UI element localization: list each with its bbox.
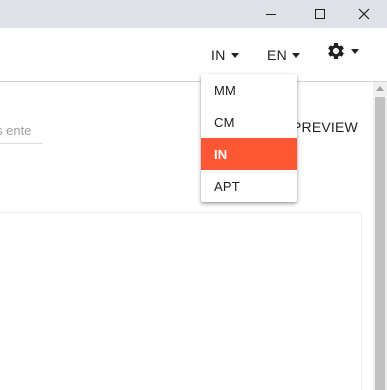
- scroll-up-arrow-icon[interactable]: [376, 86, 384, 91]
- unit-option-mm[interactable]: MM: [201, 74, 297, 106]
- caret-down-icon: [351, 48, 359, 54]
- unit-menu-label: IN: [211, 47, 226, 63]
- maximize-button[interactable]: [297, 0, 343, 28]
- settings-menu-button[interactable]: [326, 41, 359, 61]
- close-icon: [358, 8, 370, 20]
- language-menu-label: EN: [267, 47, 288, 63]
- page-body: s ente PREVIEW: [0, 82, 373, 390]
- minimize-icon: [266, 13, 276, 15]
- gear-icon: [328, 42, 344, 59]
- scroll-thumb[interactable]: [375, 97, 385, 390]
- unit-option-apt[interactable]: APT: [201, 170, 297, 202]
- unit-option-cm[interactable]: CM: [201, 106, 297, 138]
- maximize-icon: [315, 9, 325, 19]
- search-input[interactable]: s ente: [0, 118, 43, 144]
- search-placeholder: s ente: [0, 123, 32, 138]
- unit-option-in[interactable]: IN: [201, 138, 297, 170]
- caret-down-icon: [292, 52, 301, 58]
- minimize-button[interactable]: [248, 0, 294, 28]
- language-menu-button[interactable]: EN: [267, 45, 301, 65]
- vertical-scrollbar[interactable]: [373, 82, 387, 390]
- caret-down-icon: [230, 52, 239, 58]
- close-button[interactable]: [341, 0, 387, 28]
- content-panel: [0, 212, 362, 390]
- app-header: IN EN: [0, 28, 387, 82]
- window-titlebar: [0, 0, 387, 28]
- unit-menu-button[interactable]: IN: [211, 45, 239, 65]
- preview-button[interactable]: PREVIEW: [292, 118, 358, 136]
- unit-dropdown-menu: MM CM IN APT: [201, 74, 297, 202]
